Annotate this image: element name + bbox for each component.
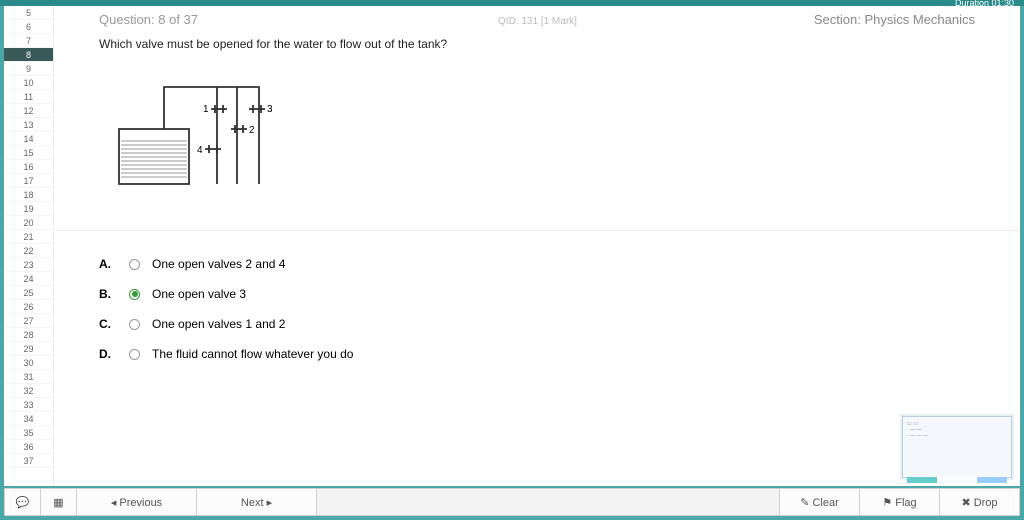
footer-toolbar: 💬 ▦ ◂ Previous Next ▸ ✎ Clear ⚑ Flag ✖ D… bbox=[4, 488, 1020, 516]
chat-icon: 💬 bbox=[16, 496, 30, 509]
qnav-item-22[interactable]: 22 bbox=[4, 244, 53, 258]
option-label: A. bbox=[99, 257, 117, 271]
option-c[interactable]: C. One open valves 1 and 2 bbox=[99, 309, 975, 339]
option-text: One open valve 3 bbox=[152, 287, 246, 301]
qnav-item-5[interactable]: 5 bbox=[4, 6, 53, 20]
qnav-item-28[interactable]: 28 bbox=[4, 328, 53, 342]
valve-1-label: 1 bbox=[203, 104, 209, 115]
qnav-item-36[interactable]: 36 bbox=[4, 440, 53, 454]
qnav-item-30[interactable]: 30 bbox=[4, 356, 53, 370]
qnav-item-6[interactable]: 6 bbox=[4, 20, 53, 34]
qnav-item-34[interactable]: 34 bbox=[4, 412, 53, 426]
grid-icon: ▦ bbox=[53, 496, 63, 509]
qnav-item-29[interactable]: 29 bbox=[4, 342, 53, 356]
option-text: The fluid cannot flow whatever you do bbox=[152, 347, 353, 361]
question-panel: Question: 8 of 37 QID: 131 [1 Mark] Sect… bbox=[54, 6, 1020, 486]
qnav-item-31[interactable]: 31 bbox=[4, 370, 53, 384]
workspace: 5678910111213141516171819202122232425262… bbox=[4, 6, 1020, 486]
qnav-item-17[interactable]: 17 bbox=[4, 174, 53, 188]
radio-icon bbox=[129, 259, 140, 270]
qnav-item-9[interactable]: 9 bbox=[4, 62, 53, 76]
answer-options: A. One open valves 2 and 4 B. One open valv… bbox=[99, 249, 975, 369]
option-label: D. bbox=[99, 347, 117, 361]
divider bbox=[54, 230, 1020, 231]
qnav-item-19[interactable]: 19 bbox=[4, 202, 53, 216]
section-label: Section: Physics Mechanics bbox=[814, 12, 975, 27]
qnav-item-32[interactable]: 32 bbox=[4, 384, 53, 398]
radio-icon bbox=[129, 349, 140, 360]
drop-button[interactable]: ✖ Drop bbox=[939, 489, 1019, 515]
option-label: B. bbox=[99, 287, 117, 301]
qnav-item-26[interactable]: 26 bbox=[4, 300, 53, 314]
qnav-item-8[interactable]: 8 bbox=[4, 48, 53, 62]
radio-icon bbox=[129, 319, 140, 330]
next-button[interactable]: Next ▸ bbox=[197, 489, 317, 515]
qnav-item-13[interactable]: 13 bbox=[4, 118, 53, 132]
qnav-item-37[interactable]: 37 bbox=[4, 454, 53, 468]
clear-button[interactable]: ✎ Clear bbox=[779, 489, 859, 515]
option-d[interactable]: D. The fluid cannot flow whatever you do bbox=[99, 339, 975, 369]
qnav-item-18[interactable]: 18 bbox=[4, 188, 53, 202]
question-id: QID: 131 [1 Mark] bbox=[498, 16, 577, 27]
qnav-item-24[interactable]: 24 bbox=[4, 272, 53, 286]
question-number: Question: 8 of 37 bbox=[99, 12, 198, 27]
qnav-item-25[interactable]: 25 bbox=[4, 286, 53, 300]
valve-4-label: 4 bbox=[197, 145, 203, 156]
qnav-item-33[interactable]: 33 bbox=[4, 398, 53, 412]
flag-button[interactable]: ⚑ Flag bbox=[859, 489, 939, 515]
qnav-item-7[interactable]: 7 bbox=[4, 34, 53, 48]
chat-button[interactable]: 💬 bbox=[5, 489, 41, 515]
option-text: One open valves 1 and 2 bbox=[152, 317, 285, 331]
grid-button[interactable]: ▦ bbox=[41, 489, 77, 515]
qnav-item-21[interactable]: 21 bbox=[4, 230, 53, 244]
valve-2-label: 2 bbox=[249, 125, 255, 136]
qnav-item-11[interactable]: 11 bbox=[4, 90, 53, 104]
qnav-item-27[interactable]: 27 bbox=[4, 314, 53, 328]
option-text: One open valves 2 and 4 bbox=[152, 257, 285, 271]
radio-icon bbox=[129, 289, 140, 300]
qnav-item-35[interactable]: 35 bbox=[4, 426, 53, 440]
qnav-item-12[interactable]: 12 bbox=[4, 104, 53, 118]
qnav-item-16[interactable]: 16 bbox=[4, 160, 53, 174]
previous-button[interactable]: ◂ Previous bbox=[77, 489, 197, 515]
qnav-item-10[interactable]: 10 bbox=[4, 76, 53, 90]
option-a[interactable]: A. One open valves 2 and 4 bbox=[99, 249, 975, 279]
minimap-thumbnail[interactable]: ▭ ▭ · — — · — — — bbox=[902, 416, 1012, 478]
question-nav: 5678910111213141516171819202122232425262… bbox=[4, 6, 54, 486]
qnav-item-23[interactable]: 23 bbox=[4, 258, 53, 272]
option-b[interactable]: B. One open valve 3 bbox=[99, 279, 975, 309]
option-label: C. bbox=[99, 317, 117, 331]
tank-valve-diagram: 1 3 2 4 bbox=[109, 69, 319, 199]
qnav-item-14[interactable]: 14 bbox=[4, 132, 53, 146]
valve-3-label: 3 bbox=[267, 104, 273, 115]
qnav-item-15[interactable]: 15 bbox=[4, 146, 53, 160]
question-text: Which valve must be opened for the water… bbox=[99, 37, 975, 51]
qnav-item-20[interactable]: 20 bbox=[4, 216, 53, 230]
